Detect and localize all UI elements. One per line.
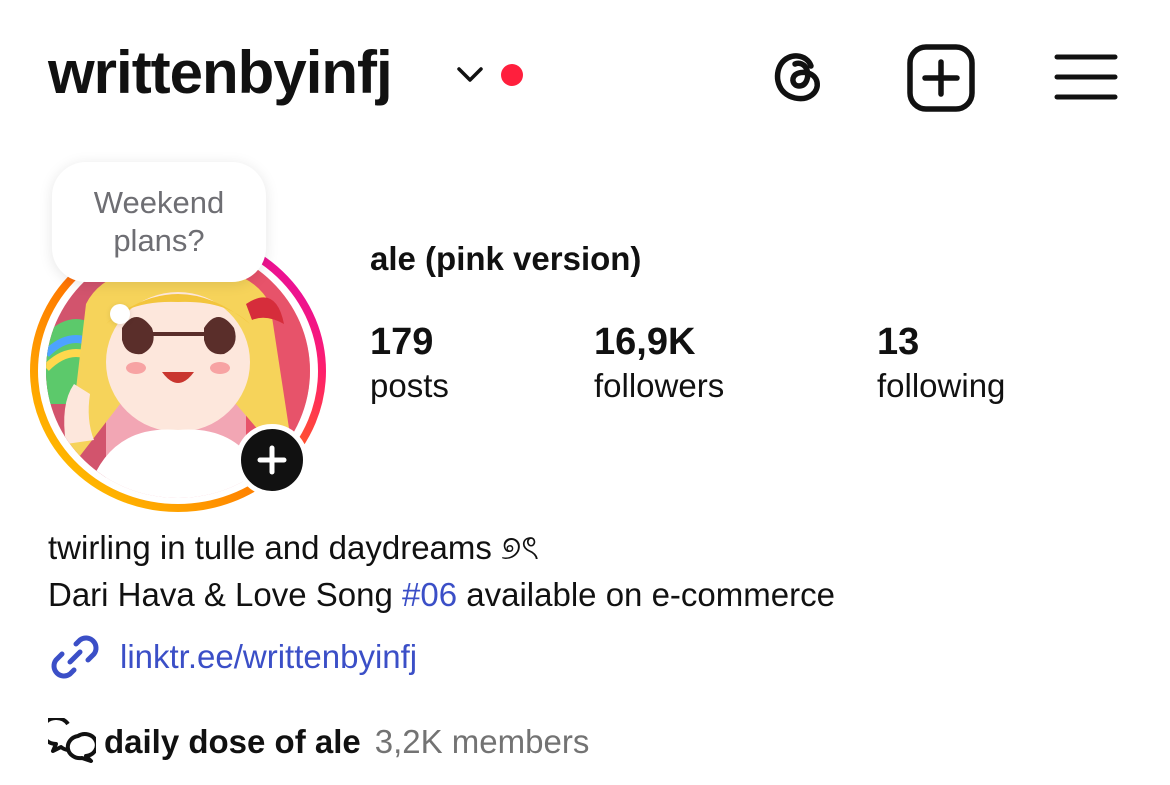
broadcast-channel[interactable]: daily dose of ale 3,2K members [48, 718, 589, 766]
hashtag-link[interactable]: #06 [402, 576, 457, 613]
add-square-icon[interactable] [905, 42, 977, 114]
profile-bio: twirling in tulle and daydreams ୭ৎ Dari … [48, 524, 835, 618]
profile-username[interactable]: writtenbyinfj [48, 38, 393, 107]
channel-name: daily dose of ale [104, 723, 361, 760]
link-text[interactable]: linktr.ee/writtenbyinfj [120, 638, 417, 676]
notification-dot [501, 64, 523, 86]
bio-link[interactable]: linktr.ee/writtenbyinfj [48, 630, 417, 684]
stat-posts[interactable]: 179 posts [370, 320, 449, 408]
add-story-button[interactable] [236, 424, 308, 496]
link-icon [51, 635, 99, 679]
stat-value: 16,9K [594, 321, 696, 363]
note-text: Weekend plans? [93, 185, 225, 258]
bio-line-2: Dari Hava & Love Song #06 available on e… [48, 571, 835, 618]
stat-value: 179 [370, 321, 434, 363]
stat-followers[interactable]: 16,9K followers [594, 320, 724, 408]
note-bubble-tail [110, 304, 130, 324]
chevron-down-icon[interactable] [454, 62, 486, 86]
bio-line-1: twirling in tulle and daydreams ୭ৎ [48, 529, 539, 566]
stat-label: followers [594, 367, 725, 404]
bio-text: Dari Hava & Love Song [48, 576, 403, 613]
stat-label: following [877, 367, 1006, 404]
stat-label: posts [370, 367, 449, 404]
threads-icon[interactable] [765, 42, 831, 108]
bio-text: available on e-commerce [457, 576, 835, 613]
stat-value: 13 [877, 321, 920, 363]
note-bubble[interactable]: Weekend plans? [52, 162, 266, 282]
channel-members: 3,2K members [374, 723, 590, 760]
chat-bubbles-icon [48, 718, 96, 763]
hamburger-menu-icon[interactable] [1054, 52, 1118, 102]
plus-icon [257, 445, 287, 475]
stat-following[interactable]: 13 following [877, 320, 1005, 408]
display-name: ale (pink version) [370, 240, 642, 277]
